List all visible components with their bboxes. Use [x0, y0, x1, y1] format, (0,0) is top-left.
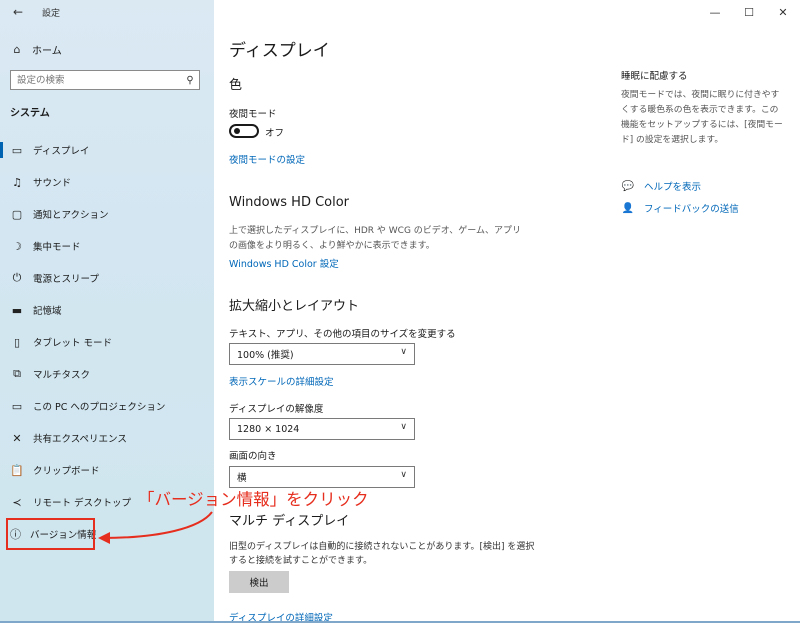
- clipboard-icon: 📋: [10, 463, 24, 477]
- minimize-icon[interactable]: —: [698, 0, 732, 24]
- sidebar-item-label: 電源とスリープ: [33, 274, 99, 285]
- chevron-down-icon: ∨: [400, 347, 407, 357]
- feedback-person-icon: 👤: [621, 202, 635, 214]
- main-content: — ☐ ✕ ディスプレイ 色 夜間モード オフ 夜間モードの設定 Windows…: [214, 0, 800, 623]
- sidebar-item-label: バージョン情報: [30, 530, 97, 541]
- search-box[interactable]: ⚲: [10, 70, 200, 90]
- sidebar: ← 設定 ⌂ ホーム ⚲ システム ▭ ディスプレイ ♫ サウンド ▢ 通知とア…: [0, 0, 214, 623]
- sidebar-item-tablet[interactable]: ▯ タブレット モード: [0, 326, 214, 358]
- sidebar-item-label: タブレット モード: [33, 338, 113, 349]
- sidebar-item-label: 通知とアクション: [33, 210, 109, 221]
- sidebar-item-sound[interactable]: ♫ サウンド: [0, 166, 214, 198]
- night-mode-settings-link[interactable]: 夜間モードの設定: [229, 152, 305, 166]
- sidebar-item-focus[interactable]: ☽ 集中モード: [0, 230, 214, 262]
- sidebar-item-storage[interactable]: ▬ 記憶域: [0, 294, 214, 326]
- sidebar-item-projection[interactable]: ▭ この PC へのプロジェクション: [0, 390, 214, 422]
- monitor-icon: ▭: [11, 143, 23, 157]
- notification-icon: ▢: [11, 207, 23, 221]
- title-bar: ← 設定: [0, 0, 214, 24]
- info-icon: ⓘ: [10, 528, 21, 541]
- tablet-icon: ▯: [13, 335, 21, 349]
- chevron-down-icon: ∨: [400, 422, 407, 432]
- sidebar-item-label: この PC へのプロジェクション: [33, 402, 166, 413]
- orientation-dropdown[interactable]: 横 ∨: [229, 466, 415, 488]
- chevron-down-icon: ∨: [400, 470, 407, 480]
- power-icon: ⏻: [12, 271, 22, 284]
- sidebar-item-label: ディスプレイ: [33, 146, 90, 157]
- sidebar-item-notifications[interactable]: ▢ 通知とアクション: [0, 198, 214, 230]
- speaker-icon: ♫: [12, 175, 22, 189]
- feedback-link[interactable]: 👤 フィードバックの送信: [621, 197, 739, 219]
- home-icon: ⌂: [13, 42, 21, 56]
- resolution-label: ディスプレイの解像度: [229, 404, 324, 415]
- orientation-label: 画面の向き: [229, 451, 277, 462]
- annotation-callout: 「バージョン情報」をクリック: [138, 490, 369, 509]
- color-heading: 色: [229, 78, 243, 93]
- advanced-scale-link[interactable]: 表示スケールの詳細設定: [229, 374, 334, 388]
- help-links: 💬 ヘルプを表示 👤 フィードバックの送信: [621, 175, 739, 219]
- window-title: 設定: [42, 9, 61, 19]
- home-nav-item[interactable]: ⌂ ホーム: [10, 40, 62, 58]
- scale-heading: 拡大縮小とレイアウト: [229, 299, 360, 314]
- night-mode-label: 夜間モード: [229, 109, 277, 120]
- side-panel-description: 夜間モードでは、夜間に眠りに付きやすくする暖色系の色を表示できます。この機能をセ…: [621, 90, 783, 145]
- sidebar-item-multitask[interactable]: ⧉ マルチタスク: [0, 358, 214, 390]
- night-mode-toggle[interactable]: [229, 124, 259, 138]
- help-chat-icon: 💬: [621, 180, 635, 192]
- scale-value: 100% (推奨): [237, 350, 294, 361]
- scale-label: テキスト、アプリ、その他の項目のサイズを変更する: [229, 329, 456, 340]
- sidebar-item-label: クリップボード: [33, 466, 100, 477]
- projection-icon: ▭: [11, 399, 23, 413]
- help-link-label: ヘルプを表示: [644, 182, 702, 193]
- maximize-icon[interactable]: ☐: [732, 0, 766, 24]
- sidebar-item-label: マルチタスク: [33, 370, 91, 381]
- hdr-settings-link[interactable]: Windows HD Color 設定: [229, 256, 339, 270]
- moon-icon: ☽: [12, 239, 22, 253]
- section-title: システム: [10, 108, 50, 119]
- multi-display-heading: マルチ ディスプレイ: [229, 514, 350, 529]
- sidebar-item-clipboard[interactable]: 📋 クリップボード: [0, 454, 214, 486]
- orientation-value: 横: [237, 473, 247, 484]
- sidebar-item-about[interactable]: ⓘ バージョン情報: [6, 518, 97, 550]
- sidebar-item-label: 共有エクスペリエンス: [33, 434, 127, 445]
- sidebar-item-label: 記憶域: [33, 306, 62, 317]
- side-panel-title: 睡眠に配慮する: [621, 71, 688, 82]
- page-title: ディスプレイ: [229, 41, 330, 61]
- resolution-value: 1280 × 1024: [237, 423, 300, 435]
- get-help-link[interactable]: 💬 ヘルプを表示: [621, 175, 739, 197]
- multitask-icon: ⧉: [13, 367, 21, 380]
- sidebar-item-label: 集中モード: [33, 242, 81, 253]
- storage-icon: ▬: [11, 303, 23, 317]
- hdr-description: 上で選択したディスプレイに、HDR や WCG のビデオ、ゲーム、アプリの画像を…: [229, 226, 521, 251]
- scale-dropdown[interactable]: 100% (推奨) ∨: [229, 343, 415, 365]
- search-icon[interactable]: ⚲: [181, 75, 199, 86]
- sidebar-item-power[interactable]: ⏻ 電源とスリープ: [0, 262, 214, 294]
- window-controls: — ☐ ✕: [698, 0, 800, 24]
- sidebar-item-display[interactable]: ▭ ディスプレイ: [0, 134, 214, 166]
- feedback-link-label: フィードバックの送信: [644, 204, 739, 215]
- resolution-dropdown[interactable]: 1280 × 1024 ∨: [229, 418, 415, 440]
- close-icon[interactable]: ✕: [766, 0, 800, 24]
- detect-button[interactable]: 検出: [229, 571, 289, 593]
- sidebar-item-label: サウンド: [33, 178, 72, 189]
- shared-experience-icon: ✕: [12, 431, 22, 445]
- home-label: ホーム: [32, 45, 62, 57]
- side-panel: 睡眠に配慮する 夜間モードでは、夜間に眠りに付きやすくする暖色系の色を表示できま…: [621, 68, 786, 148]
- back-arrow-icon[interactable]: ←: [10, 4, 26, 20]
- sidebar-item-shared[interactable]: ✕ 共有エクスペリエンス: [0, 422, 214, 454]
- multi-display-description: 旧型のディスプレイは自動的に接続されないことがあります。[検出] を選択すると接…: [229, 542, 535, 566]
- search-input[interactable]: [11, 71, 181, 89]
- sidebar-item-label: リモート デスクトップ: [33, 498, 132, 509]
- night-mode-state: オフ: [265, 128, 285, 139]
- remote-desktop-icon: ≺: [12, 495, 22, 509]
- hdr-heading: Windows HD Color: [229, 195, 350, 210]
